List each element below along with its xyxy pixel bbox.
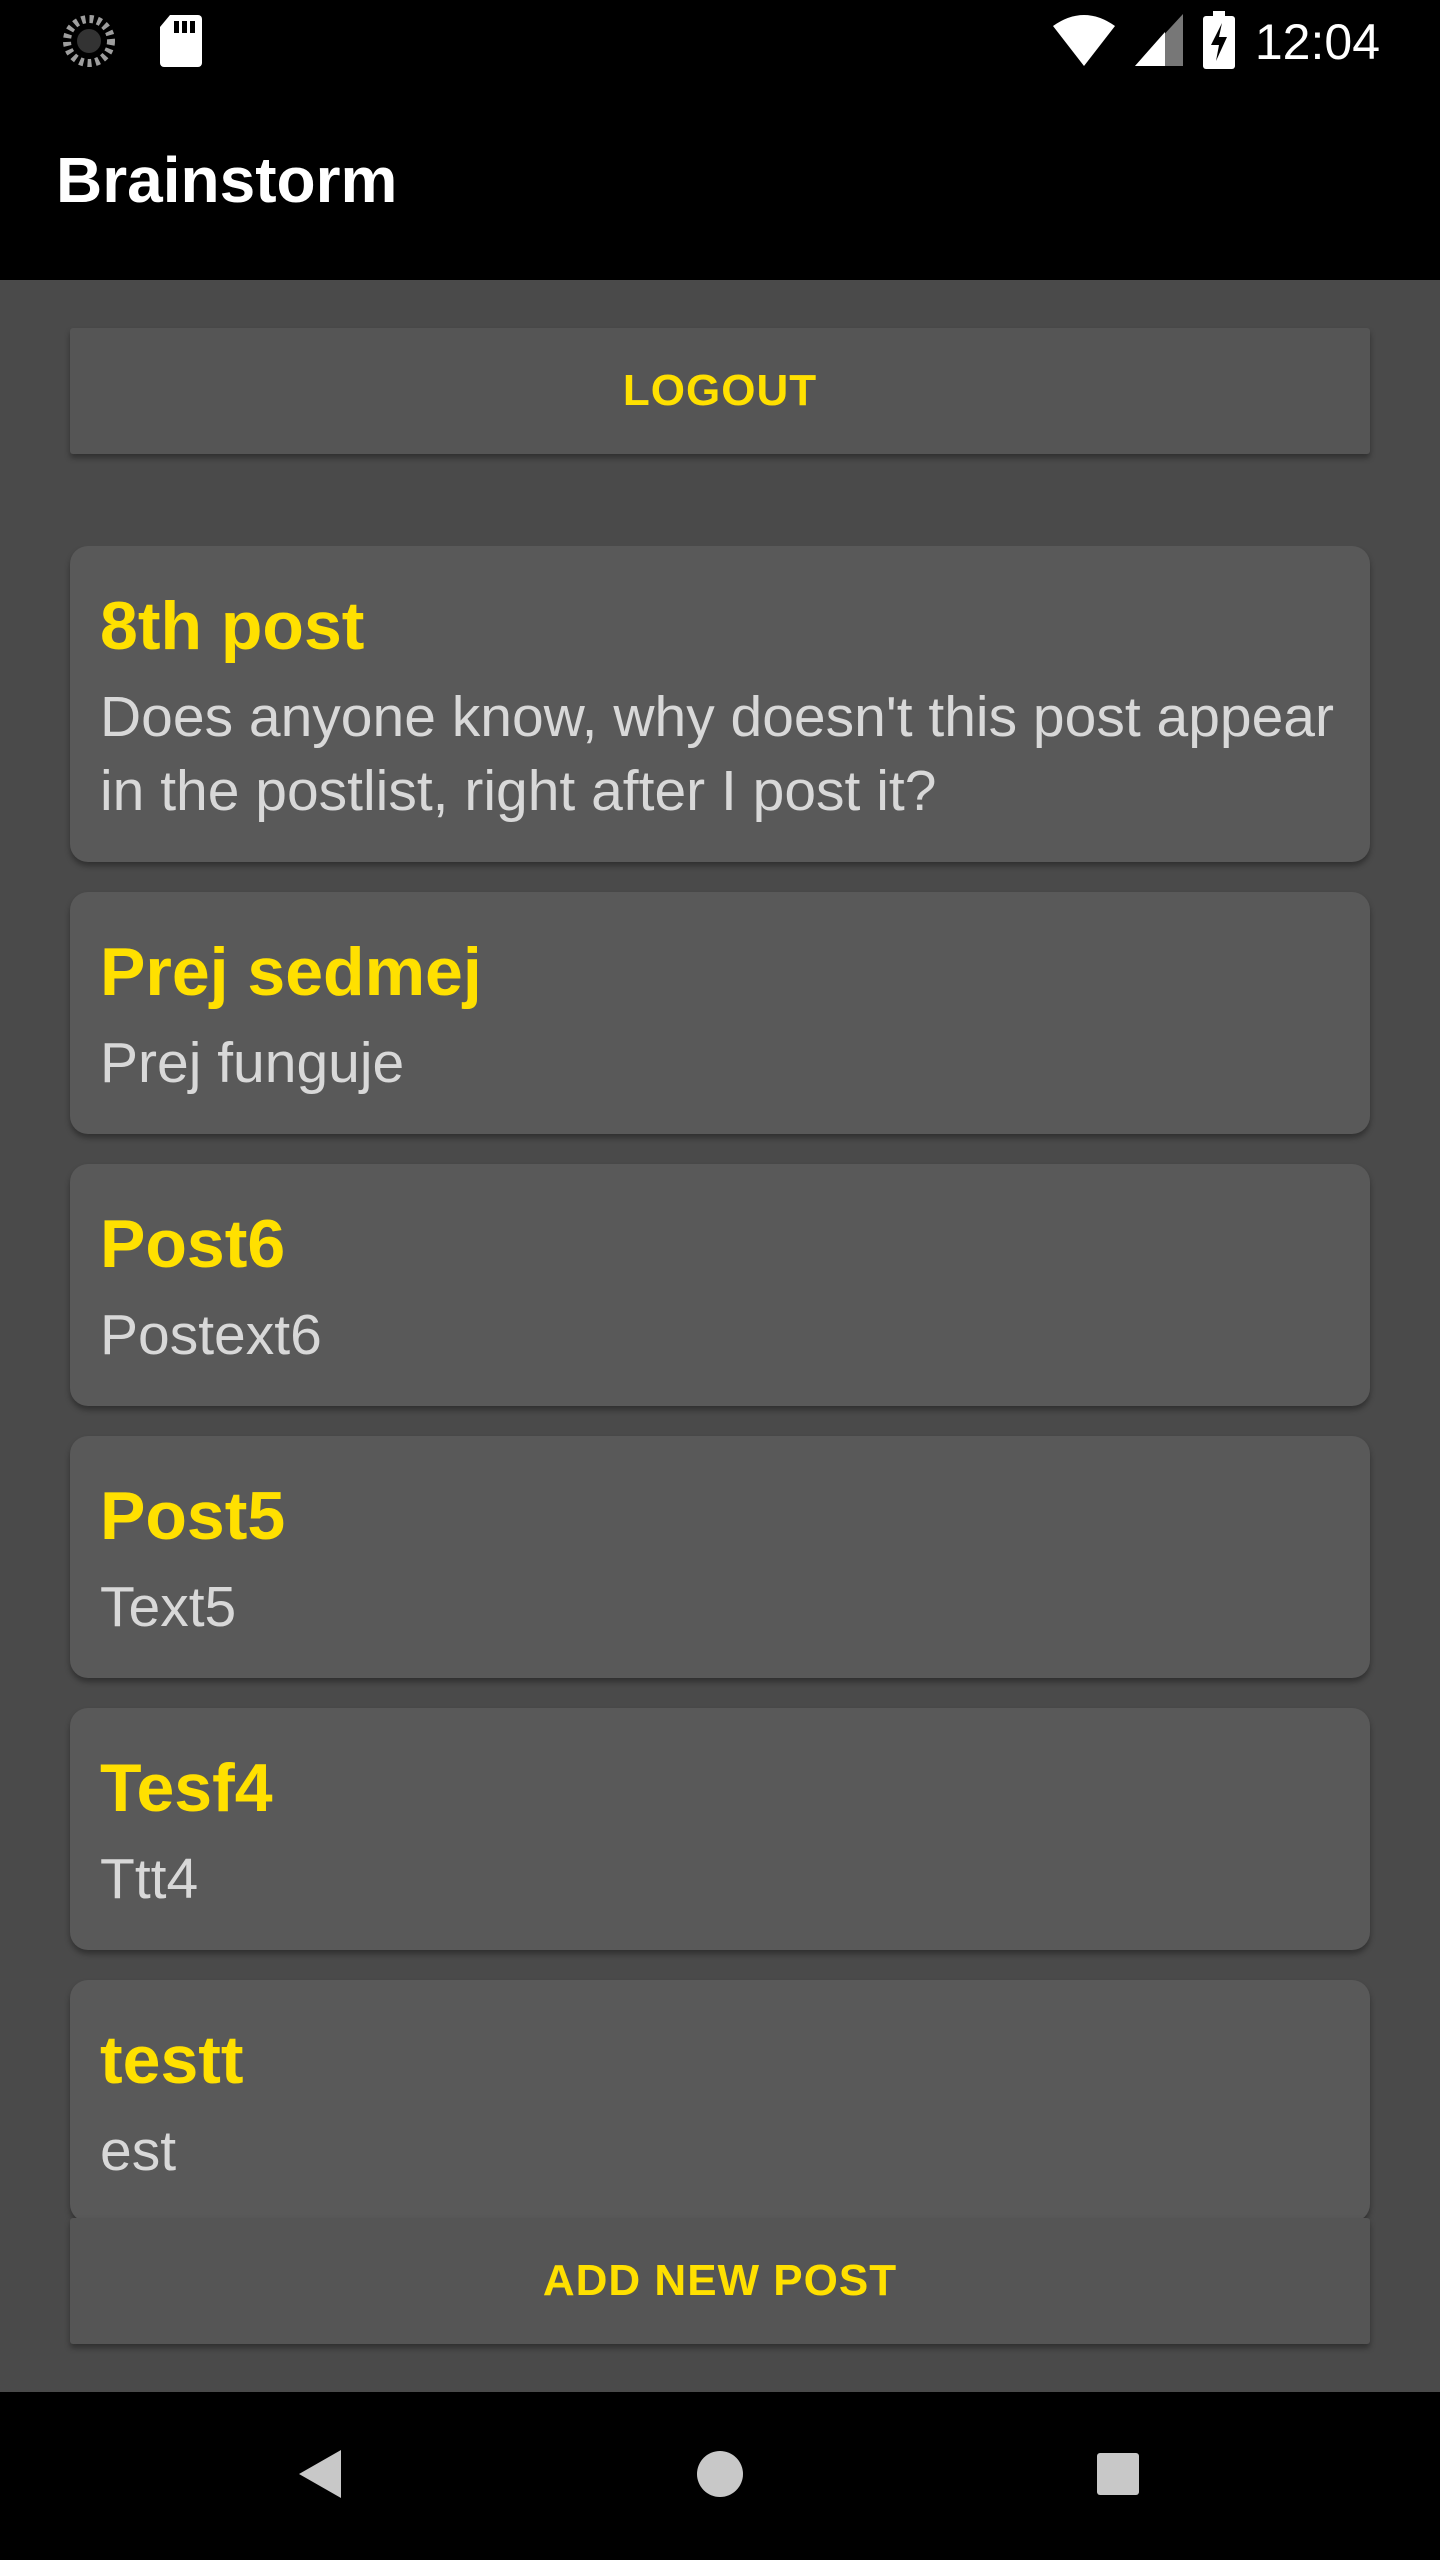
post-card[interactable]: Post5 Text5 [70,1436,1370,1678]
nav-bar [0,2392,1440,2560]
recents-icon [1096,2452,1140,2501]
post-card[interactable]: Prej sedmej Prej funguje [70,892,1370,1134]
post-title: Post5 [100,1478,286,1554]
logout-button[interactable]: LOGOUT [70,328,1370,454]
post-list[interactable]: 8th post Does anyone know, why doesn't t… [0,546,1440,2448]
post-card[interactable]: Tesf4 Ttt4 [70,1708,1370,1950]
app-bar: Brainstorm [0,84,1440,280]
post-text: est [100,2119,177,2183]
wifi-icon [1052,14,1115,71]
home-icon [695,2449,745,2504]
app-title: Brainstorm [56,144,398,216]
sd-card-icon [160,15,202,72]
clock: 12:04 [1254,14,1380,70]
sync-icon [62,14,116,73]
post-text: Text5 [100,1575,237,1639]
battery-charging-icon [1202,10,1235,74]
status-bar: 12:04 [0,0,1440,84]
post-card[interactable]: Post6 Postext6 [70,1164,1370,1406]
post-title: Tesf4 [100,1750,273,1826]
post-title: testt [100,2022,244,2098]
post-title: Post6 [100,1206,286,1282]
post-text: Ttt4 [100,1847,199,1911]
add-new-post-button[interactable]: ADD NEW POST [70,2218,1370,2344]
post-card[interactable]: 8th post Does anyone know, why doesn't t… [70,546,1370,862]
back-button[interactable] [240,2392,400,2560]
post-card[interactable]: testt est [70,1980,1370,2222]
post-text: Postext6 [100,1303,322,1367]
post-title: Prej sedmej [100,934,482,1010]
post-text: Does anyone know, why doesn't this post … [100,685,1334,823]
signal-icon [1134,13,1183,71]
post-title: 8th post [100,588,365,664]
post-text: Prej funguje [100,1031,405,1095]
main-content: LOGOUT 8th post Does anyone know, why do… [0,280,1440,2392]
back-icon [297,2448,343,2505]
recents-button[interactable] [1038,2392,1198,2560]
home-button[interactable] [640,2392,800,2560]
